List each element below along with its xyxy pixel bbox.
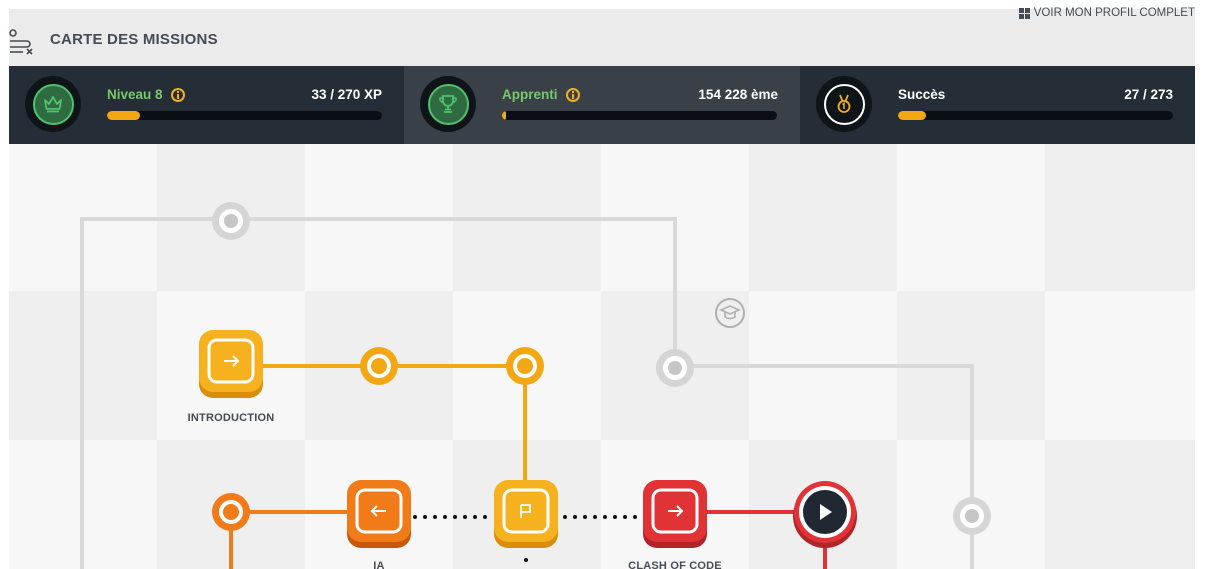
rank-badge [420,76,476,132]
node-ia-label: IA [373,560,385,569]
rank-progress-fill [502,111,507,120]
view-full-profile-label: VOIR MON PROFIL COMPLET [1033,7,1195,19]
stats-bar: Niveau 8 33 / 270 XP Apprenti 154 228 èm… [9,66,1195,144]
level-label-group: Niveau 8 [107,87,185,102]
mission-map-icon [9,29,33,55]
trophy-icon [439,95,457,113]
level-label: Niveau 8 [107,87,163,102]
rank-progress-bar [502,111,777,120]
achievements-badge [816,76,872,132]
view-full-profile-link[interactable]: VOIR MON PROFIL COMPLET [1018,7,1195,19]
node-clash-of-code[interactable] [643,480,707,548]
stat-achievements: Succès 27 / 273 [800,66,1195,144]
header: CARTE DES MISSIONS VOIR MON PROFIL COMPL… [9,7,1195,66]
waypoint-locked-2[interactable] [656,349,694,387]
mission-map-canvas [9,144,1195,569]
page-title: CARTE DES MISSIONS [50,31,218,48]
rank-value: 154 228 ème [698,87,778,102]
node-introduction-label: INTRODUCTION [187,412,275,424]
level-xp-value: 33 / 270 XP [311,87,382,102]
waypoint-completed-2[interactable] [506,347,544,385]
app-root: CARTE DES MISSIONS VOIR MON PROFIL COMPL… [0,0,1216,569]
grid-icon [1018,7,1030,19]
crown-icon [44,96,62,113]
waypoint-locked-3[interactable] [953,497,991,535]
node-flag[interactable] [494,480,558,548]
achievements-progress-fill [898,111,926,120]
achievements-label: Succès [898,87,946,102]
level-progress-bar [107,111,382,120]
medal-icon [837,94,851,113]
node-clash-of-code-label: CLASH OF CODE [628,560,722,569]
achievements-progress-bar [898,111,1173,120]
rank-label: Apprenti [502,87,558,102]
achievements-label-group: Succès [898,87,945,102]
achievements-value: 27 / 273 [1124,87,1173,102]
rank-label-group: Apprenti [502,87,580,102]
map-grid [9,144,1195,569]
stat-rank: Apprenti 154 228 ème [404,66,800,144]
node-introduction[interactable] [199,330,263,398]
level-progress-fill [107,111,140,120]
waypoint-orange[interactable] [212,493,250,531]
level-badge [25,76,81,132]
waypoint-locked-1[interactable] [212,202,250,240]
level-info-icon[interactable] [170,87,185,102]
node-ia[interactable] [347,480,411,548]
mission-map: INTRODUCTION IA CLASH OF CODE [9,144,1195,569]
node-play[interactable] [793,481,857,548]
stat-level: Niveau 8 33 / 270 XP [9,66,404,144]
rank-info-icon[interactable] [565,87,580,102]
waypoint-completed-1[interactable] [360,347,398,385]
